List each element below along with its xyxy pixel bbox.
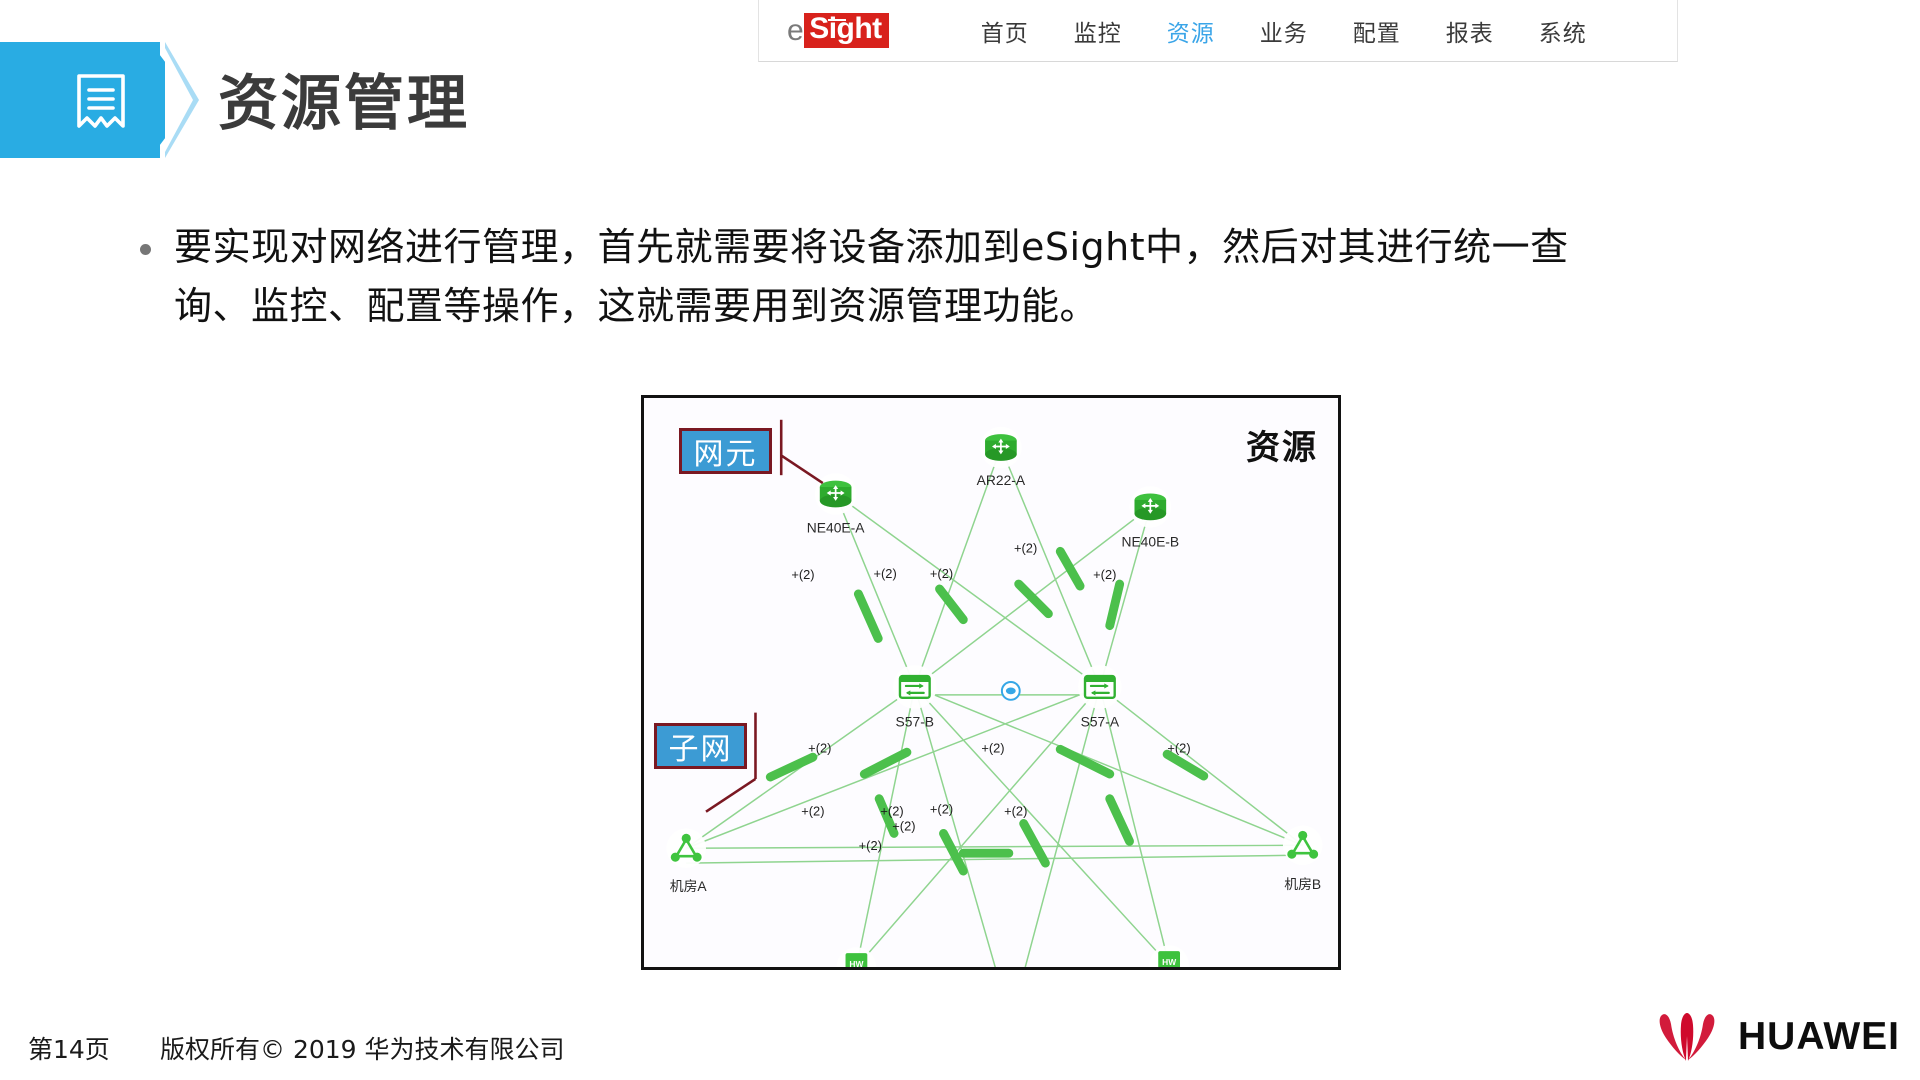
node-ar22-a-icon[interactable] — [979, 425, 1023, 470]
node-jifang-b-icon[interactable] — [1281, 824, 1324, 867]
link-label: +(2) — [930, 566, 953, 581]
link-label: +(2) — [873, 566, 896, 581]
bullet-text-line-1: 要实现对网络进行管理，首先就需要将设备添加到eSight中，然后对其进行统一查 — [174, 225, 1569, 269]
link-label: +(2) — [859, 838, 882, 853]
esight-logo-brand: Sight — [804, 13, 889, 48]
esight-logo-prefix: e — [787, 13, 804, 47]
link-label: +(2) — [892, 818, 915, 833]
huawei-logo: HUAWEI — [1652, 1010, 1900, 1064]
slide-root: e Sight 首页 监控 资源 业务 配置 报表 系统 资源管理 要实现对网络… — [0, 0, 1920, 1080]
callout-network-element: 网元 — [679, 428, 772, 474]
bullet-text-wrap: 要实现对网络进行管理，首先就需要将设备添加到eSight中，然后对其进行统一查 … — [174, 218, 1569, 336]
link-label: +(2) — [981, 740, 1004, 755]
nav-item-service[interactable]: 业务 — [1260, 14, 1308, 48]
nav-item-resource[interactable]: 资源 — [1167, 14, 1215, 48]
node-label-ar22-a: AR22-A — [977, 472, 1026, 488]
node-label-ne40e-a: NE40E-A — [807, 520, 865, 536]
topology-nodes — [665, 425, 1324, 967]
nav-item-home[interactable]: 首页 — [981, 14, 1029, 48]
nav-item-config[interactable]: 配置 — [1353, 14, 1401, 48]
topology-links-bundle — [765, 546, 1209, 876]
link-label: +(2) — [801, 804, 824, 819]
link-label: +(2) — [1014, 540, 1037, 555]
link-label: +(2) — [1093, 567, 1116, 582]
node-ne40e-b-icon[interactable] — [1128, 485, 1172, 529]
link-label: +(2) — [1167, 740, 1190, 755]
esight-logo: e Sight — [787, 13, 889, 48]
topology-links-thin — [685, 447, 1304, 967]
nav-item-monitor[interactable]: 监控 — [1074, 14, 1122, 48]
link-label: +(2) — [808, 740, 831, 755]
title-banner — [0, 42, 208, 158]
link-label: +(2) — [880, 804, 903, 819]
huawei-flower-icon — [1659, 1013, 1715, 1061]
bullet-item: 要实现对网络进行管理，首先就需要将设备添加到eSight中，然后对其进行统一查 … — [140, 218, 1820, 336]
document-bookmark-icon — [77, 74, 125, 128]
node-s57-b-icon[interactable] — [891, 663, 938, 710]
link-status-marker-icon — [1000, 681, 1021, 701]
esight-nav-bar: e Sight 首页 监控 资源 业务 配置 报表 系统 — [758, 0, 1678, 62]
diagram-corner-label: 资源 — [1246, 428, 1318, 468]
link-label: +(2) — [930, 802, 953, 817]
topology-canvas: HW — [665, 419, 1324, 967]
bullet-block: 要实现对网络进行管理，首先就需要将设备添加到eSight中，然后对其进行统一查 … — [140, 218, 1820, 336]
node-s57-a-icon[interactable] — [1076, 663, 1123, 710]
link-label: +(2) — [1004, 804, 1027, 819]
node-label-jifang-b: 机房B — [1284, 876, 1321, 892]
callout-subnet: 子网 — [654, 723, 747, 769]
bullet-text-line-2: 询、监控、配置等操作，这就需要用到资源管理功能。 — [174, 283, 1099, 328]
node-jifang-a-icon[interactable] — [665, 827, 708, 870]
bullet-dot-icon — [140, 244, 151, 255]
footer-page-number: 第14页 — [28, 1035, 110, 1064]
nav-item-system[interactable]: 系统 — [1539, 14, 1587, 48]
node-label-s57-a: S57-A — [1081, 714, 1120, 730]
node-ne20e-b-icon[interactable] — [1149, 945, 1189, 967]
node-label-s57-b: S57-B — [896, 714, 934, 730]
topology-diagram: HW — [641, 395, 1341, 970]
page-title: 资源管理 — [218, 69, 470, 139]
link-label: +(2) — [791, 567, 814, 582]
footer-copyright: 版权所有© 2019 华为技术有限公司 — [160, 1035, 565, 1064]
node-label-jifang-a: 机房A — [670, 878, 708, 894]
node-ne40e-a-icon[interactable] — [814, 472, 858, 516]
esight-nav-items: 首页 监控 资源 业务 配置 报表 系统 — [981, 14, 1587, 48]
node-label-ne40e-b: NE40E-B — [1121, 533, 1179, 549]
nav-item-report[interactable]: 报表 — [1446, 14, 1494, 48]
banner-chevron-inner — [165, 48, 193, 152]
huawei-wordmark: HUAWEI — [1738, 1015, 1900, 1058]
